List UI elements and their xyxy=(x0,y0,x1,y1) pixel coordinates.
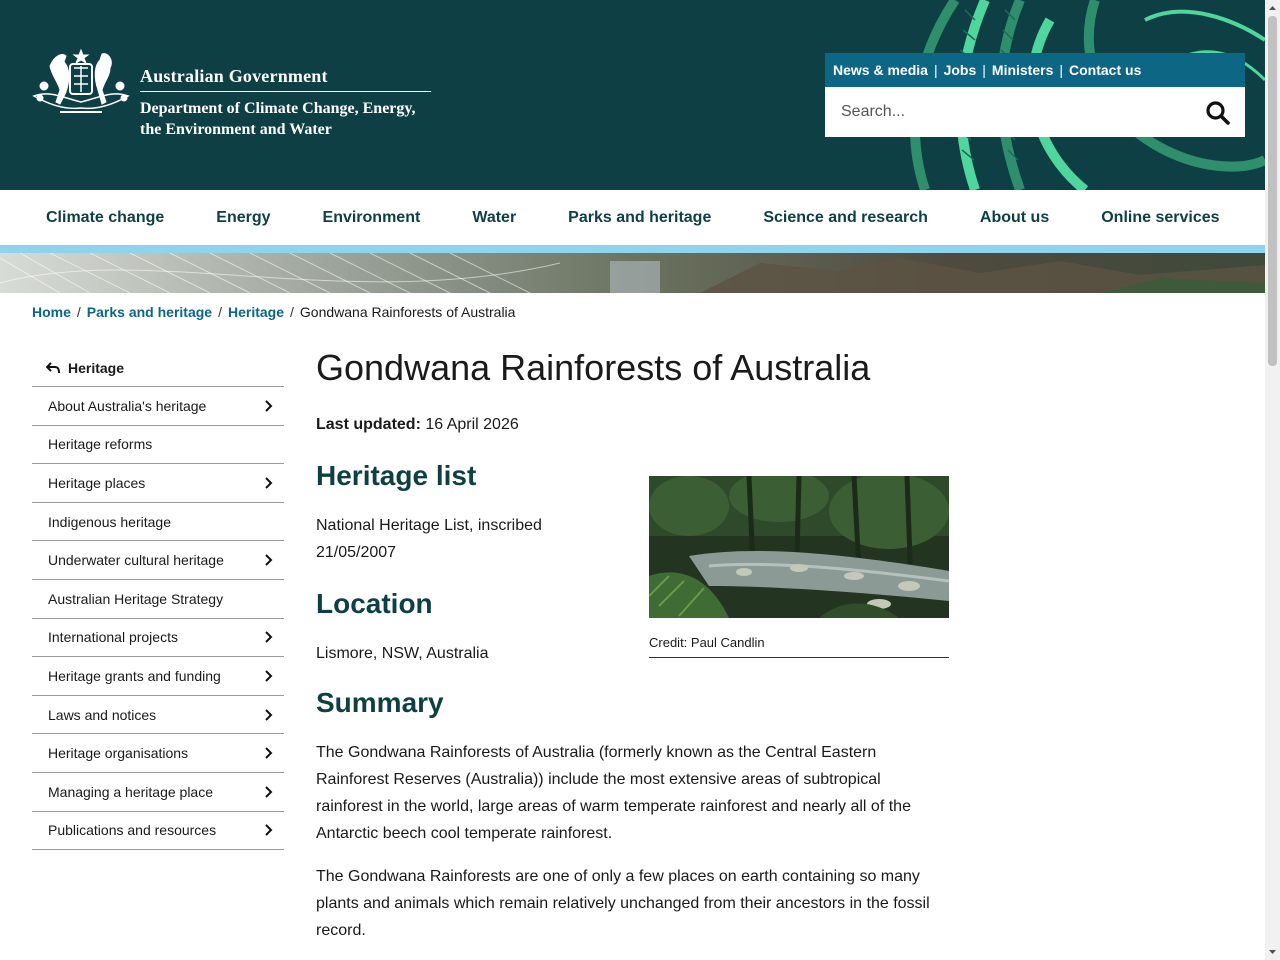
breadcrumb-parks-and-heritage[interactable]: Parks and heritage xyxy=(87,304,212,320)
sidebar-item-australian-heritage-strategy[interactable]: Australian Heritage Strategy xyxy=(32,580,284,619)
sidebar-item-label: Laws and notices xyxy=(48,706,157,723)
sidebar-item-label: About Australia's heritage xyxy=(48,397,207,414)
scrollbar-thumb[interactable] xyxy=(1268,16,1277,366)
government-title: Australian Government xyxy=(140,66,328,86)
search-input[interactable] xyxy=(825,87,1195,137)
last-updated: Last updated: 16 April 2026 xyxy=(316,416,956,434)
department-line-1: Department of Climate Change, Energy, xyxy=(140,100,416,117)
main-navigation: Climate change Energy Environment Water … xyxy=(0,190,1265,245)
department-title: Department of Climate Change, Energy, th… xyxy=(140,98,440,140)
sidebar-item-label: Publications and resources xyxy=(48,822,217,839)
sidebar-item-heritage-places[interactable]: Heritage places xyxy=(32,464,284,503)
nav-online-services[interactable]: Online services xyxy=(1075,209,1245,227)
separator: | xyxy=(933,62,938,78)
last-updated-label: Last updated: xyxy=(316,416,421,433)
separator: | xyxy=(1059,62,1064,78)
back-arrow-icon xyxy=(46,361,60,373)
page-scrollbar[interactable] xyxy=(1265,0,1280,960)
coat-of-arms-icon xyxy=(32,48,130,113)
utility-link-jobs[interactable]: Jobs xyxy=(944,62,977,78)
nav-climate-change[interactable]: Climate change xyxy=(20,209,190,227)
section-navigation: Heritage About Australia's heritage Heri… xyxy=(32,349,284,851)
chevron-right-icon[interactable] xyxy=(264,747,274,759)
chevron-right-icon[interactable] xyxy=(264,400,274,412)
search-icon[interactable] xyxy=(1205,100,1231,126)
rainforest-stream-photo xyxy=(649,476,949,618)
landscape-banner xyxy=(0,253,1265,293)
nav-environment[interactable]: Environment xyxy=(297,209,447,227)
sidebar-item-publications-and-resources[interactable]: Publications and resources xyxy=(32,812,284,851)
sidebar-item-label: Heritage organisations xyxy=(48,745,189,762)
sidebar-item-label: Heritage grants and funding xyxy=(48,667,221,684)
department-line-2: the Environment and Water xyxy=(140,121,332,138)
breadcrumb-home[interactable]: Home xyxy=(32,304,71,320)
sidebar-item-label: Heritage places xyxy=(48,474,146,491)
breadcrumb-separator: / xyxy=(218,304,222,320)
nav-energy[interactable]: Energy xyxy=(190,209,296,227)
title-divider xyxy=(140,91,431,92)
summary-paragraph-1: The Gondwana Rainforests of Australia (f… xyxy=(316,744,911,842)
breadcrumb-separator: / xyxy=(290,304,294,320)
sidebar-item-heritage-organisations[interactable]: Heritage organisations xyxy=(32,734,284,773)
separator: | xyxy=(982,62,986,78)
sidebar-item-label: Indigenous heritage xyxy=(48,513,171,530)
chevron-right-icon[interactable] xyxy=(264,477,274,489)
breadcrumb-separator: / xyxy=(76,304,81,320)
nav-science-and-research[interactable]: Science and research xyxy=(737,209,954,227)
sidebar-item-managing-a-heritage-place[interactable]: Managing a heritage place xyxy=(32,773,284,812)
utility-link-news-media[interactable]: News & media xyxy=(833,62,928,78)
nav-about-us[interactable]: About us xyxy=(954,209,1075,227)
utility-link-contact-us[interactable]: Contact us xyxy=(1069,62,1141,78)
nav-accent-bar xyxy=(0,245,1265,253)
breadcrumb: Home / Parks and heritage / Heritage / G… xyxy=(32,304,515,320)
heritage-list-text: National Heritage List, inscribed 21/05/… xyxy=(316,517,542,561)
summary-paragraph-2: The Gondwana Rainforests are one of only… xyxy=(316,868,930,939)
chevron-right-icon[interactable] xyxy=(264,670,274,682)
nav-water[interactable]: Water xyxy=(446,209,542,227)
sidebar-item-heritage-grants-and-funding[interactable]: Heritage grants and funding xyxy=(32,657,284,696)
site-header: Australian Government Department of Clim… xyxy=(0,0,1265,190)
image-credit: Credit: Paul Candlin xyxy=(649,635,949,658)
breadcrumb-heritage[interactable]: Heritage xyxy=(228,304,284,320)
sidebar-item-label: Australian Heritage Strategy xyxy=(48,590,224,607)
chevron-right-icon[interactable] xyxy=(264,708,274,721)
breadcrumb-current: Gondwana Rainforests of Australia xyxy=(299,304,516,320)
sidebar-item-label: Underwater cultural heritage xyxy=(48,552,224,569)
sidebar-item-heritage-reforms[interactable]: Heritage reforms xyxy=(32,426,284,465)
sidebar-item-laws-and-notices[interactable]: Laws and notices xyxy=(32,696,284,735)
sidebar-item-indigenous-heritage[interactable]: Indigenous heritage xyxy=(32,503,284,542)
sidebar-parent-label: Heritage xyxy=(68,359,125,376)
utility-link-ministers[interactable]: Ministers xyxy=(992,62,1053,78)
page-title: Gondwana Rainforests of Australia xyxy=(316,347,871,388)
last-updated-value: 16 April 2026 xyxy=(425,416,519,433)
sidebar-item-about-australias-heritage[interactable]: About Australia's heritage xyxy=(32,387,284,426)
sidebar-item-underwater-cultural-heritage[interactable]: Underwater cultural heritage xyxy=(32,541,284,580)
rainforest-figure: Credit: Paul Candlin xyxy=(649,476,949,658)
sidebar-item-international-projects[interactable]: International projects xyxy=(32,619,284,658)
utility-links-bar: News & media | Jobs | Ministers | Contac… xyxy=(825,53,1245,87)
chevron-right-icon[interactable] xyxy=(264,824,274,837)
summary-heading: Summary xyxy=(316,687,444,718)
scroll-down-arrow-icon[interactable] xyxy=(1268,947,1277,957)
chevron-right-icon[interactable] xyxy=(264,786,274,798)
sidebar-item-label: Heritage reforms xyxy=(48,436,153,453)
nav-parks-and-heritage[interactable]: Parks and heritage xyxy=(542,209,737,227)
chevron-right-icon[interactable] xyxy=(264,631,274,644)
chevron-right-icon[interactable] xyxy=(264,554,274,566)
sidebar-item-label: Managing a heritage place xyxy=(48,783,214,800)
scroll-up-arrow-icon[interactable] xyxy=(1268,3,1277,13)
sidebar-item-label: International projects xyxy=(48,629,178,646)
sidebar-parent-heritage[interactable]: Heritage xyxy=(32,349,284,387)
search-box xyxy=(825,87,1245,137)
